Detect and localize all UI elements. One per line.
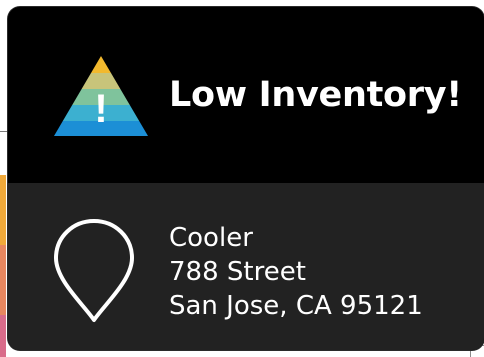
- background-strip-coral: [0, 245, 6, 315]
- location-name: Cooler: [169, 223, 253, 253]
- warning-pyramid-icon: !: [54, 56, 148, 136]
- alert-title: Low Inventory!: [169, 75, 462, 115]
- alert-location-section: Cooler 788 Street San Jose, CA 95121: [8, 183, 484, 350]
- map-pin-icon: [54, 219, 134, 322]
- location-city-line: San Jose, CA 95121: [169, 291, 423, 321]
- location-street: 788 Street: [169, 257, 306, 287]
- exclamation-mark: !: [94, 87, 107, 131]
- alert-header: ! Low Inventory!: [8, 7, 484, 183]
- background-strip-orange: [0, 175, 6, 245]
- screen: ! Low Inventory! Cooler 788 Street San J…: [0, 0, 484, 357]
- background-strip-pink: [0, 315, 6, 357]
- location-address: Cooler 788 Street San Jose, CA 95121: [169, 221, 423, 323]
- background-divider: [0, 131, 8, 132]
- low-inventory-alert-card[interactable]: ! Low Inventory! Cooler 788 Street San J…: [8, 7, 484, 350]
